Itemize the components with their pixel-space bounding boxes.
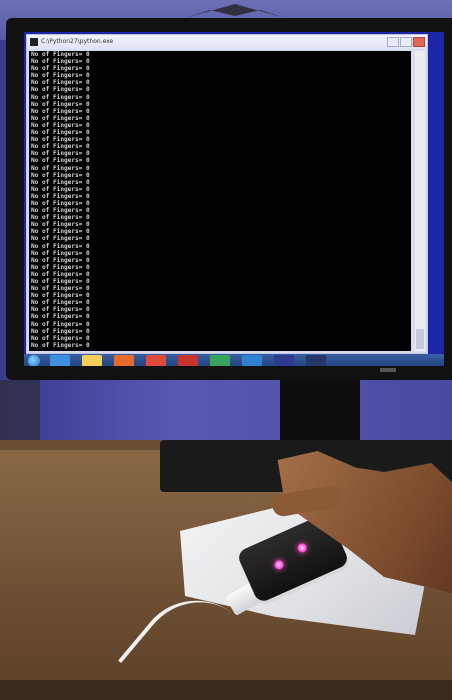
chrome-icon[interactable]	[146, 355, 166, 366]
console-line: No of Fingers= 0	[31, 185, 90, 193]
console-icon	[30, 38, 38, 46]
console-output: No of Fingers= 0 No of Fingers= 0 No of Fi…	[29, 51, 411, 351]
maximize-button[interactable]	[400, 37, 412, 47]
console-line: No of Fingers= 0	[31, 256, 90, 264]
python-icon[interactable]	[274, 355, 294, 366]
start-orb-icon[interactable]	[28, 355, 40, 366]
console-icon[interactable]	[306, 355, 326, 366]
monitor-logo	[380, 368, 396, 372]
console-line: No of Fingers= 0	[31, 100, 90, 108]
red-app-icon[interactable]	[178, 355, 198, 366]
console-line: No of Fingers= 0	[31, 242, 90, 250]
led-light-icon	[296, 541, 309, 554]
console-line: No of Fingers= 0	[31, 249, 90, 257]
folder-icon[interactable]	[82, 355, 102, 366]
console-line: No of Fingers= 0	[31, 334, 90, 342]
console-line: No of Fingers= 0	[31, 199, 90, 207]
monitor-screen: C:\Python27\python.exe No of Fingers= 0N…	[24, 32, 444, 366]
green-app-icon[interactable]	[210, 355, 230, 366]
photo-scene: C:\Python27\python.exe No of Fingers= 0N…	[0, 0, 452, 700]
console-line: No of Fingers= 0	[31, 121, 90, 129]
console-line: No of Fingers= 0	[31, 164, 90, 172]
close-button[interactable]	[413, 37, 425, 47]
taskbar	[24, 354, 444, 366]
scrollbar-thumb[interactable]	[416, 329, 424, 349]
console-line: No of Fingers= 0	[31, 320, 90, 328]
console-line: No of Fingers= 0	[31, 114, 90, 122]
console-line: No of Fingers= 0	[31, 327, 90, 335]
ie-icon[interactable]	[50, 355, 70, 366]
led-light-icon	[273, 558, 285, 571]
window-controls	[386, 37, 425, 47]
console-line: No of Fingers= 0	[31, 107, 90, 115]
console-line: No of Fingers= 0	[31, 235, 90, 243]
console-line: No of Fingers= 0	[31, 157, 90, 165]
console-line: No of Fingers= 0	[31, 263, 90, 271]
console-title: C:\Python27\python.exe	[41, 38, 114, 45]
console-scrollbar[interactable]	[415, 51, 425, 351]
console-line: No of Fingers= 0	[31, 341, 90, 349]
console-line: No of Fingers= 0	[31, 93, 90, 101]
console-line: No of Fingers= 0	[31, 192, 90, 200]
media-player-icon[interactable]	[114, 355, 134, 366]
blue-app-icon[interactable]	[242, 355, 262, 366]
console-titlebar[interactable]: C:\Python27\python.exe	[27, 35, 427, 49]
console-line: No of Fingers= 0	[31, 171, 90, 179]
console-window[interactable]: C:\Python27\python.exe No of Fingers= 0N…	[26, 34, 428, 354]
console-line: No of Fingers= 0	[31, 313, 90, 321]
ceiling-fan-shadow	[185, 4, 285, 18]
monitor: C:\Python27\python.exe No of Fingers= 0N…	[6, 18, 452, 380]
console-line: No of Fingers= 0	[31, 86, 90, 94]
minimize-button[interactable]	[387, 37, 399, 47]
console-line: No of Fingers= 0	[31, 178, 90, 186]
console-line: No of Fingers= 0	[31, 270, 90, 278]
